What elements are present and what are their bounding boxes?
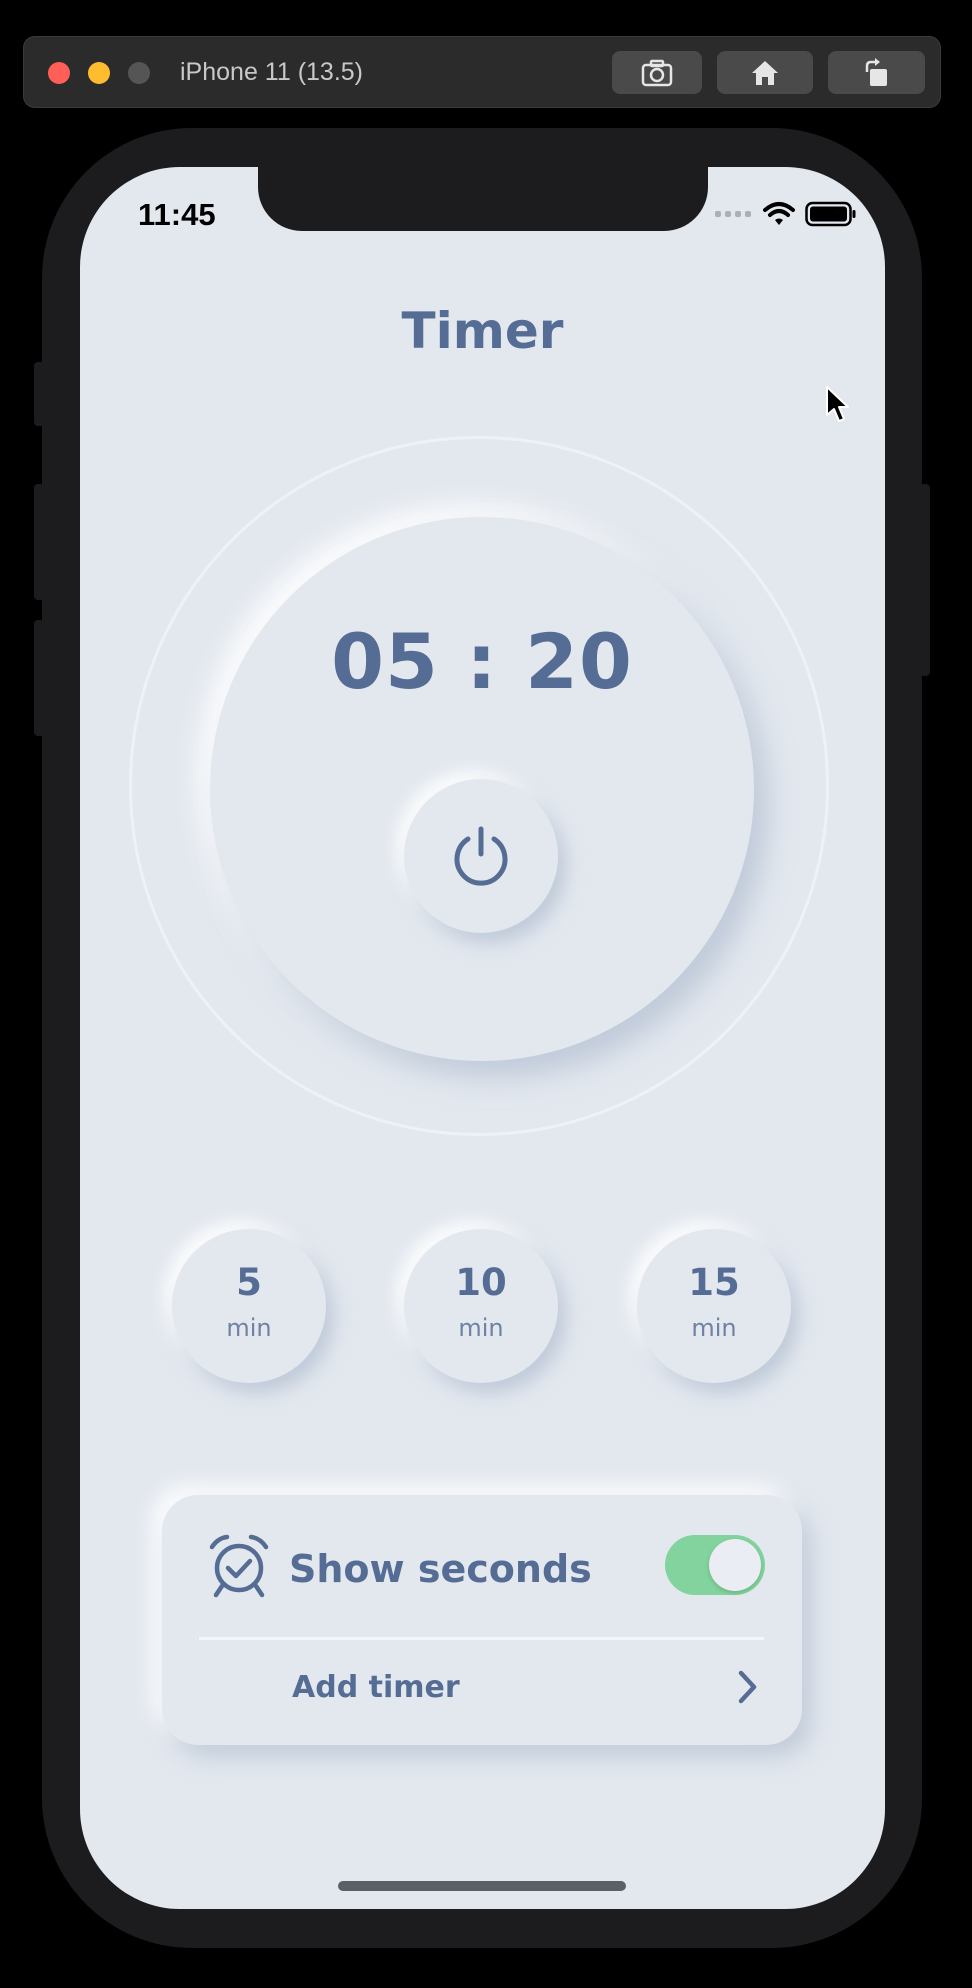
toggle-knob — [709, 1539, 761, 1591]
close-window-button[interactable] — [48, 62, 70, 84]
minimize-window-button[interactable] — [88, 62, 110, 84]
home-indicator — [338, 1881, 626, 1891]
rotate-icon — [865, 57, 887, 86]
show-seconds-toggle[interactable] — [665, 1535, 765, 1595]
phone-screen: 11:45 Timer 05 : 20 5 min 10 min 15 min … — [80, 167, 885, 1909]
settings-card: Show seconds Add timer — [162, 1495, 802, 1745]
preset-10-min-button[interactable]: 10 min — [404, 1229, 558, 1383]
wifi-icon — [763, 202, 795, 225]
home-button[interactable] — [717, 51, 813, 94]
mute-switch — [34, 362, 44, 426]
add-timer-link[interactable]: Add timer — [292, 1670, 460, 1705]
zoom-window-button[interactable] — [128, 62, 150, 84]
show-seconds-label: Show seconds — [289, 1547, 592, 1591]
preset-value: 15 — [688, 1261, 740, 1304]
timer-display: 05 : 20 — [331, 617, 633, 706]
preset-5-min-button[interactable]: 5 min — [172, 1229, 326, 1383]
power-icon — [454, 826, 508, 886]
camera-icon — [641, 59, 673, 86]
preset-value: 10 — [455, 1261, 507, 1304]
divider — [199, 1637, 764, 1640]
simulator-title: iPhone 11 (13.5) — [180, 58, 363, 86]
preset-unit: min — [226, 1314, 272, 1342]
status-time: 11:45 — [138, 197, 216, 232]
volume-down-button — [34, 620, 44, 736]
page-title: Timer — [401, 302, 564, 360]
signal-dots-icon — [715, 211, 751, 217]
preset-15-min-button[interactable]: 15 min — [637, 1229, 791, 1383]
chevron-right-icon[interactable] — [732, 1667, 762, 1707]
mouse-cursor-icon — [826, 386, 849, 422]
alarm-clock-icon — [209, 1534, 269, 1598]
preset-value: 5 — [236, 1261, 262, 1304]
preset-unit: min — [691, 1314, 737, 1342]
start-stop-button[interactable] — [404, 779, 558, 933]
screenshot-button[interactable] — [612, 51, 702, 94]
volume-up-button — [34, 484, 44, 600]
preset-unit: min — [458, 1314, 504, 1342]
power-side-button — [920, 484, 930, 676]
notch — [258, 167, 708, 231]
rotate-button[interactable] — [828, 51, 925, 94]
status-icons — [715, 201, 857, 227]
home-icon — [752, 60, 778, 85]
simulator-titlebar: iPhone 11 (13.5) — [23, 36, 941, 108]
battery-icon — [805, 201, 856, 227]
